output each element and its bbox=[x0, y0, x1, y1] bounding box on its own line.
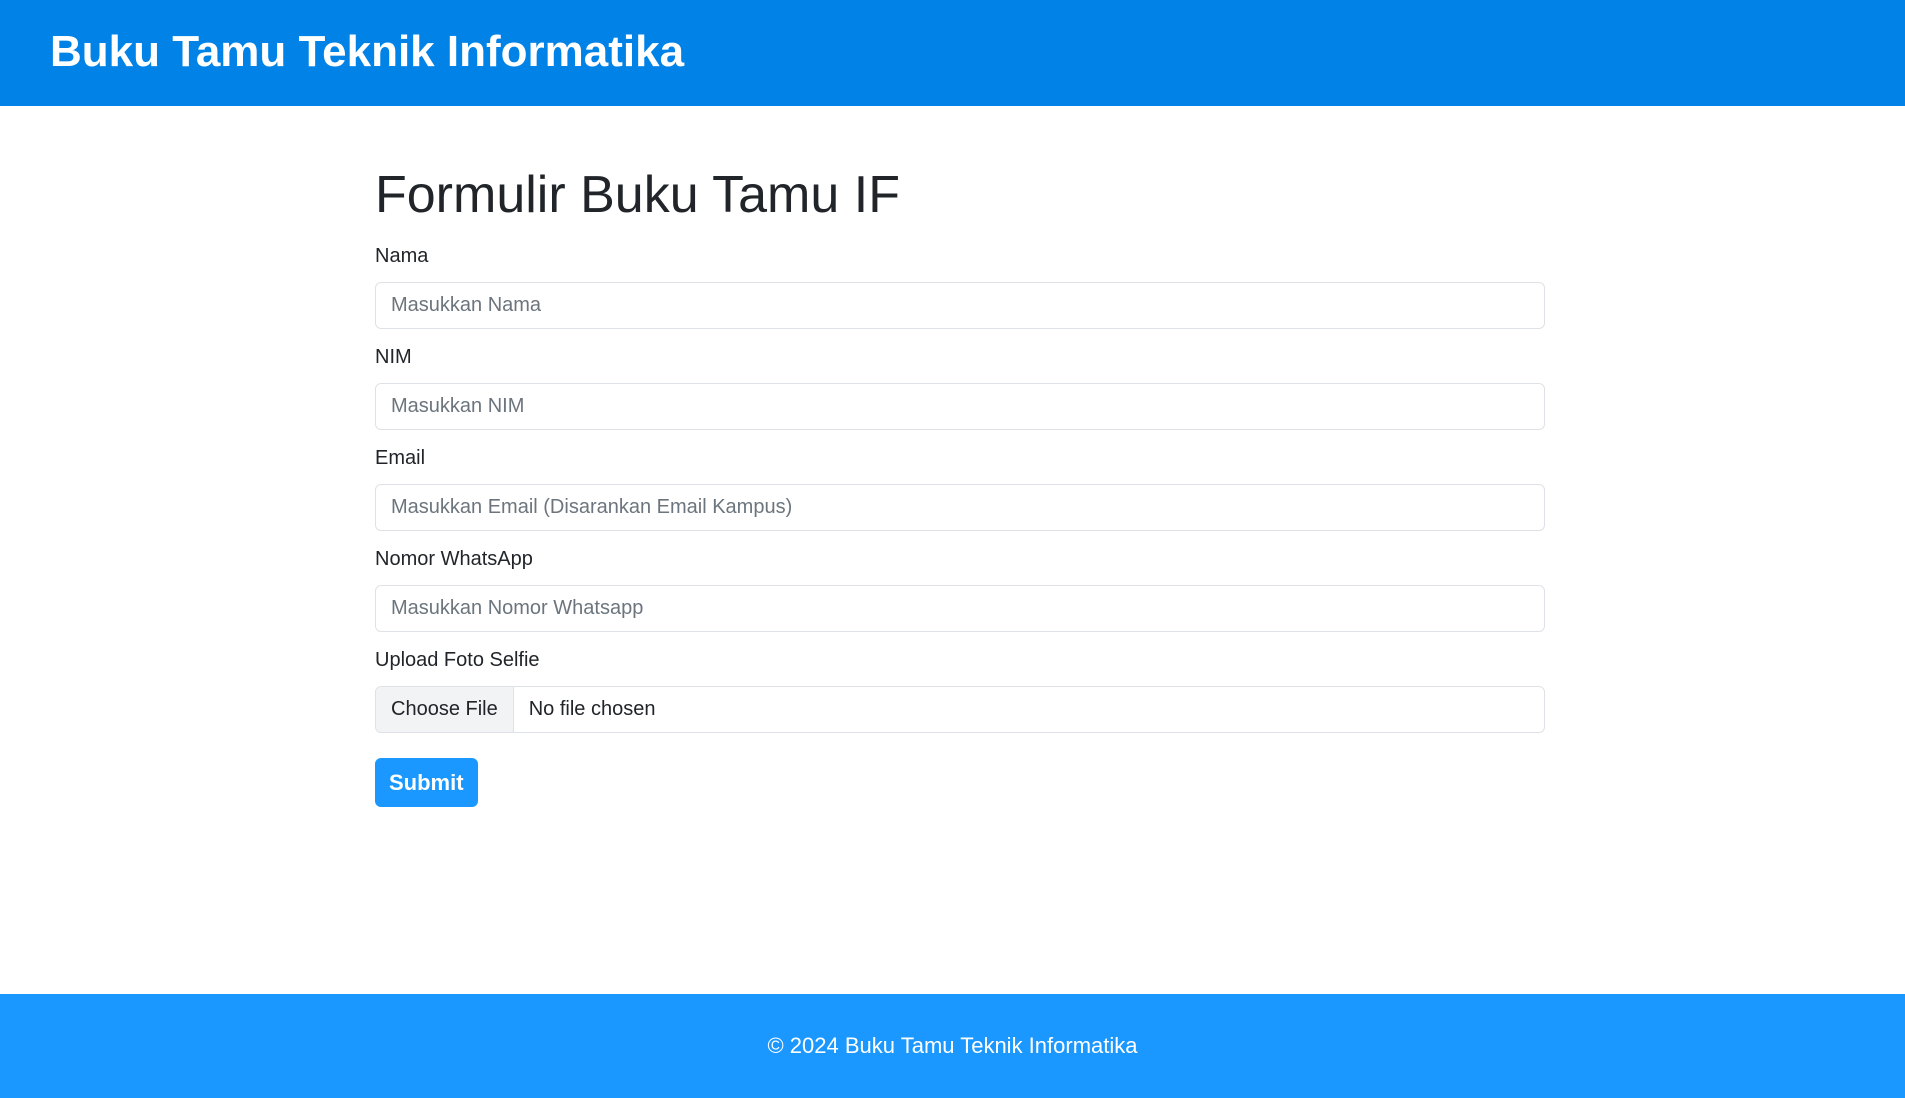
submit-button[interactable]: Submit bbox=[375, 758, 478, 807]
guestbook-form: Nama NIM Email Nomor WhatsApp Upload Fot… bbox=[375, 242, 1545, 807]
field-nim: NIM bbox=[375, 343, 1545, 430]
nim-input[interactable] bbox=[375, 383, 1545, 430]
field-nama: Nama bbox=[375, 242, 1545, 329]
foto-label: Upload Foto Selfie bbox=[375, 649, 540, 671]
whatsapp-label: Nomor WhatsApp bbox=[375, 548, 533, 570]
whatsapp-input[interactable] bbox=[375, 585, 1545, 632]
nama-input[interactable] bbox=[375, 282, 1545, 329]
file-upload-input[interactable]: Choose File No file chosen bbox=[375, 686, 1545, 733]
navbar-brand[interactable]: Buku Tamu Teknik Informatika bbox=[50, 26, 684, 78]
file-status-text: No file chosen bbox=[528, 698, 656, 720]
field-whatsapp: Nomor WhatsApp bbox=[375, 545, 1545, 632]
field-foto: Upload Foto Selfie Choose File No file c… bbox=[375, 646, 1545, 733]
top-navbar: Buku Tamu Teknik Informatika bbox=[0, 0, 1905, 106]
nama-label: Nama bbox=[375, 245, 429, 267]
email-input[interactable] bbox=[375, 484, 1545, 531]
page: Buku Tamu Teknik Informatika Formulir Bu… bbox=[0, 0, 1905, 1098]
footer-copyright: © 2024 Buku Tamu Teknik Informatika bbox=[767, 1033, 1138, 1058]
nim-label: NIM bbox=[375, 346, 412, 368]
footer: © 2024 Buku Tamu Teknik Informatika bbox=[0, 994, 1905, 1098]
form-title: Formulir Buku Tamu IF bbox=[375, 166, 900, 224]
email-label: Email bbox=[375, 447, 426, 469]
main-container: Formulir Buku Tamu IF Nama NIM Email Nom… bbox=[375, 160, 1545, 807]
choose-file-button[interactable]: Choose File bbox=[376, 687, 514, 732]
field-email: Email bbox=[375, 444, 1545, 531]
